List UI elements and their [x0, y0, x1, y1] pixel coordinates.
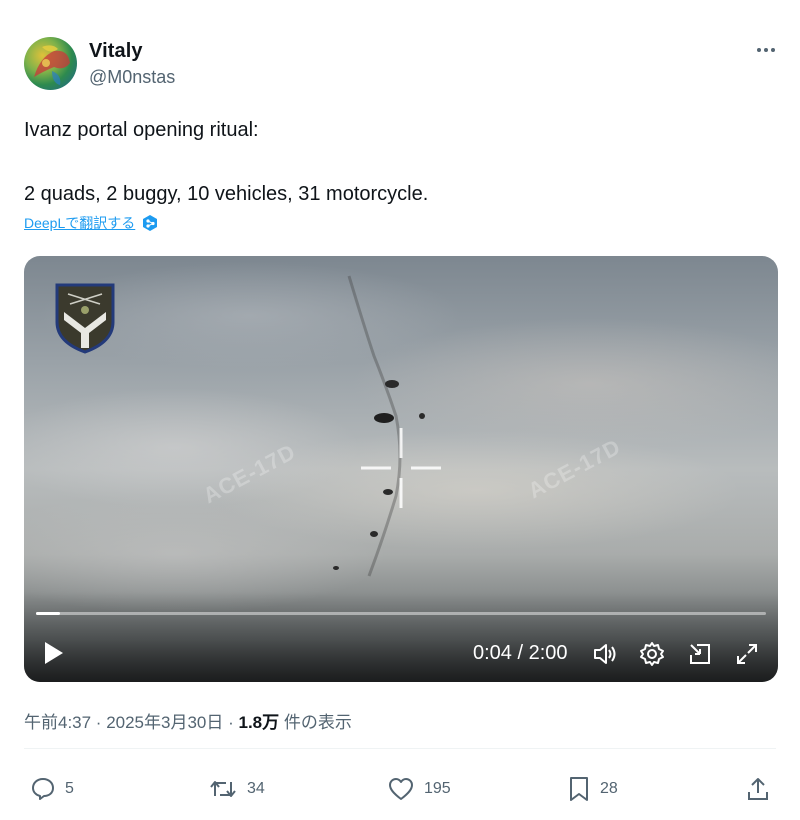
video-progress-bar[interactable]	[36, 612, 766, 615]
views-label: 件の表示	[279, 713, 352, 732]
deepl-icon	[141, 214, 159, 232]
tweet-text-line2: 2 quads, 2 buggy, 10 vehicles, 31 motorc…	[24, 183, 429, 205]
tweet-meta: 午前4:37 · 2025年3月30日 · 1.8万 件の表示	[24, 708, 352, 733]
video-time: 0:04 / 2:00	[473, 642, 568, 664]
more-options-button[interactable]	[748, 38, 784, 62]
tweet-timestamp[interactable]: 午前4:37 · 2025年3月30日 ·	[24, 713, 238, 732]
share-button[interactable]	[745, 774, 771, 804]
avatar[interactable]	[24, 37, 77, 90]
settings-gear-icon[interactable]	[639, 641, 665, 667]
tweet-text-line1: Ivanz portal opening ritual:	[24, 119, 259, 141]
translate-label[interactable]: DeepLで翻訳する	[24, 213, 135, 233]
tweet-card: Vitaly @M0nstas Ivanz portal opening rit…	[0, 0, 800, 820]
volume-icon[interactable]	[592, 641, 618, 667]
user-handle[interactable]: @M0nstas	[89, 67, 175, 88]
unit-emblem-icon	[55, 283, 115, 354]
crosshair-icon	[361, 428, 441, 508]
video-player[interactable]: ACE-17D ACE-17D 0:04 / 2:00	[24, 256, 778, 682]
reply-count: 5	[65, 780, 74, 797]
display-name[interactable]: Vitaly	[89, 40, 143, 63]
translate-link[interactable]: DeepLで翻訳する	[24, 213, 159, 233]
share-icon	[748, 778, 768, 800]
like-count: 195	[424, 780, 451, 797]
heart-icon	[389, 778, 413, 800]
picture-in-picture-icon[interactable]	[687, 641, 713, 667]
like-button[interactable]: 195	[387, 774, 451, 804]
play-icon[interactable]	[42, 640, 66, 666]
repost-count: 34	[247, 780, 265, 797]
reply-button[interactable]: 5	[30, 774, 74, 804]
bookmark-icon	[570, 777, 588, 801]
more-icon	[757, 48, 761, 52]
divider	[24, 748, 776, 749]
fullscreen-icon[interactable]	[734, 641, 760, 667]
views-count: 1.8万	[238, 713, 280, 732]
bookmark-count: 28	[600, 780, 618, 797]
repost-icon	[210, 781, 236, 797]
repost-button[interactable]: 34	[208, 774, 265, 804]
video-progress-fill	[36, 612, 61, 615]
bookmark-button[interactable]: 28	[567, 774, 618, 804]
reply-icon	[32, 778, 54, 800]
tweet-text: Ivanz portal opening ritual: 2 quads, 2 …	[24, 114, 764, 210]
